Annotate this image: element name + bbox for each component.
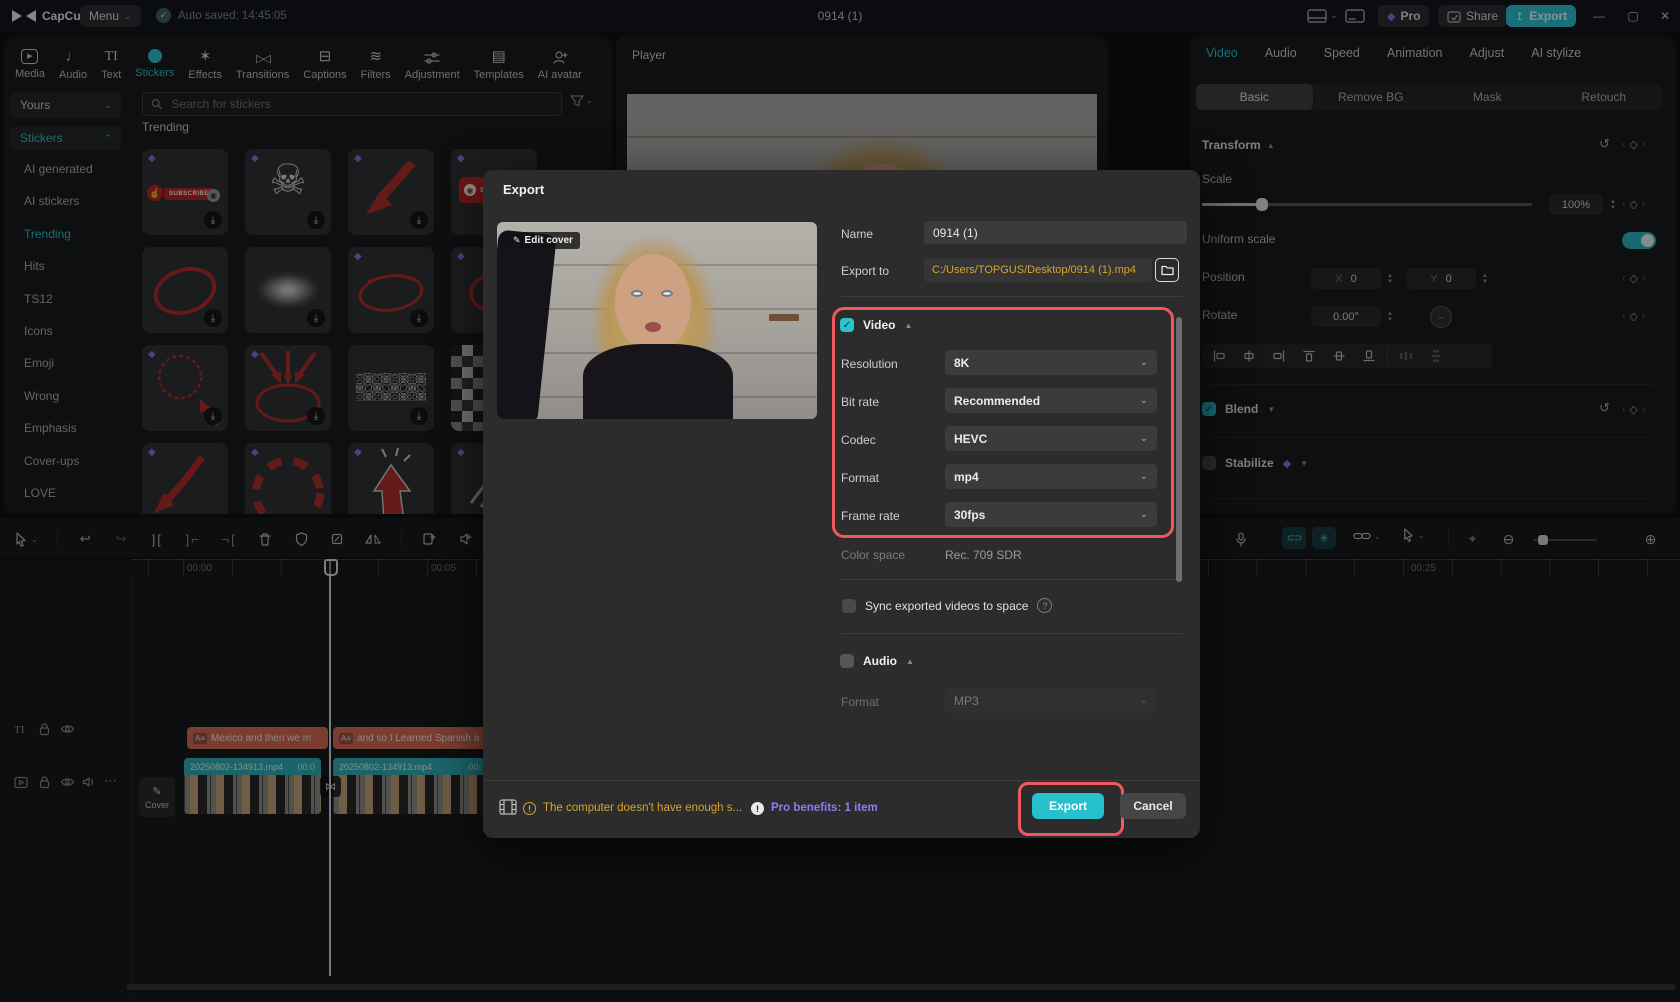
dialog-scrollbar[interactable] <box>1176 317 1182 582</box>
render-preview-icon[interactable] <box>499 799 517 818</box>
sync-to-space-row[interactable]: Sync exported videos to space ? <box>842 598 1053 613</box>
warning-icon: ! <box>523 802 536 815</box>
framerate-select[interactable]: 30fps ⌄ <box>945 502 1157 527</box>
browse-folder-button[interactable] <box>1155 258 1179 282</box>
audio-format-label: Format <box>841 695 880 709</box>
divider <box>483 780 1200 781</box>
format-label: Format <box>841 471 880 485</box>
bitrate-select[interactable]: Recommended ⌄ <box>945 388 1157 413</box>
export-dialog: Export ✎ Edit cover Name Export to <box>483 170 1200 838</box>
pencil-icon: ✎ <box>513 235 521 245</box>
codec-label: Codec <box>841 433 876 447</box>
collapse-icon: ▲ <box>904 320 913 330</box>
color-space-label: Color space <box>841 548 906 562</box>
resolution-select[interactable]: 8K ⌄ <box>945 350 1157 375</box>
divider <box>841 633 1183 634</box>
folder-icon <box>1160 265 1174 275</box>
dialog-title: Export <box>503 182 545 197</box>
edit-cover-chip[interactable]: ✎ Edit cover <box>506 232 580 249</box>
resolution-label: Resolution <box>841 357 898 371</box>
video-section-header[interactable]: ✓ Video ▲ <box>840 318 912 332</box>
export-path-input[interactable] <box>924 258 1152 282</box>
cover-mouth <box>645 322 661 332</box>
format-select[interactable]: mp4 ⌄ <box>945 464 1157 489</box>
audio-format-select: MP3 ⌄ <box>945 688 1157 713</box>
name-input[interactable] <box>924 221 1187 244</box>
cover-shelf <box>769 314 799 321</box>
help-icon[interactable]: ? <box>1037 598 1053 613</box>
cover-torso <box>583 344 733 419</box>
pro-benefits-text[interactable]: Pro benefits: 1 item <box>771 802 878 814</box>
color-space-value: Rec. 709 SDR <box>945 548 1022 562</box>
sync-checkbox[interactable] <box>842 598 856 613</box>
warning-text: The computer doesn't have enough s... <box>543 802 743 814</box>
divider <box>841 296 1183 297</box>
pro-benefit-icon: ! <box>751 802 764 815</box>
audio-section-header[interactable]: Audio ▲ <box>840 654 914 668</box>
framerate-label: Frame rate <box>841 509 900 523</box>
cover-eye-right <box>661 290 673 297</box>
bitrate-label: Bit rate <box>841 395 880 409</box>
cover-face <box>615 254 691 352</box>
cancel-button[interactable]: Cancel <box>1120 793 1186 819</box>
codec-select[interactable]: HEVC ⌄ <box>945 426 1157 451</box>
video-checkbox[interactable]: ✓ <box>840 318 854 332</box>
export-to-label: Export to <box>841 264 890 278</box>
audio-checkbox[interactable] <box>840 654 854 668</box>
export-cover-thumbnail[interactable]: ✎ Edit cover <box>497 222 817 419</box>
divider <box>841 579 1183 580</box>
cover-eye-left <box>631 290 643 297</box>
export-confirm-button[interactable]: Export <box>1032 793 1104 819</box>
name-label: Name <box>841 227 874 241</box>
capcut-app: CapCut Menu ⌄ ✓ Auto saved: 14:45:05 0914… <box>0 0 1680 1002</box>
collapse-icon: ▲ <box>906 656 914 666</box>
